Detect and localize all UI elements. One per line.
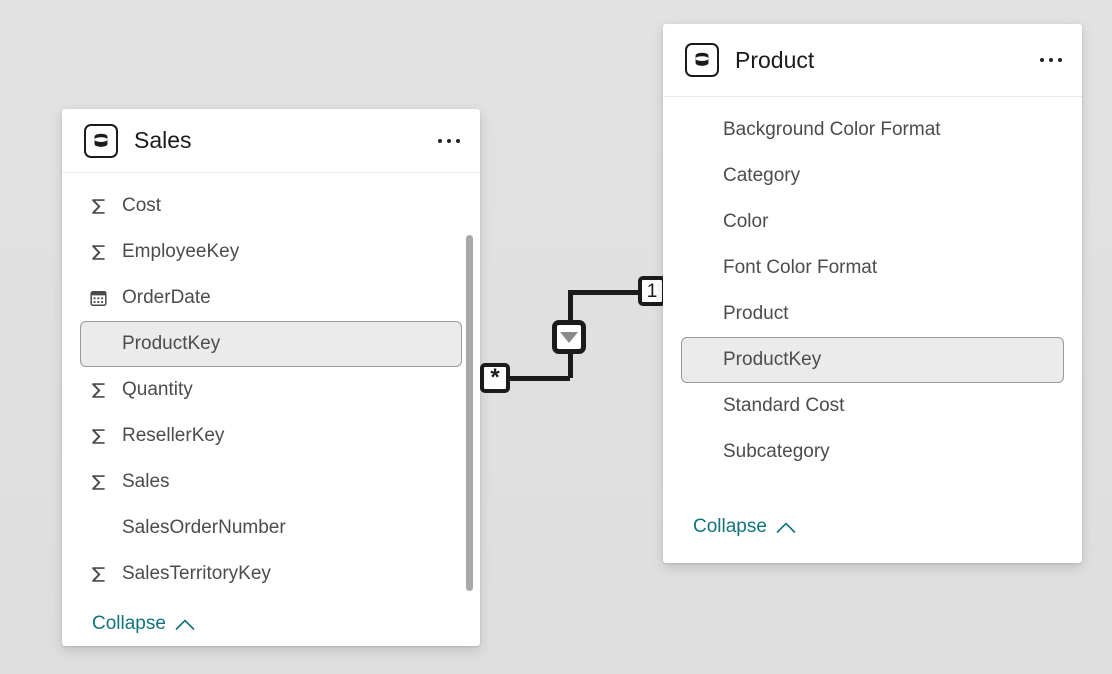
field-label: SalesTerritoryKey — [122, 563, 271, 584]
table-card-product[interactable]: Product Background Color Format Category… — [663, 24, 1082, 563]
more-options-icon-product[interactable] — [1036, 48, 1066, 72]
field-label: Sales — [122, 471, 170, 492]
field-row-cost[interactable]: Cost — [80, 183, 462, 229]
field-label: ProductKey — [723, 349, 822, 370]
collapse-button-sales[interactable]: Collapse — [62, 602, 480, 646]
dot — [1040, 58, 1044, 62]
field-label: Product — [723, 303, 789, 324]
field-label: Quantity — [122, 379, 193, 400]
field-row-product[interactable]: Product — [681, 291, 1064, 337]
field-label: Background Color Format — [723, 119, 941, 140]
field-row-employeekey[interactable]: EmployeeKey — [80, 229, 462, 275]
field-row-subcategory[interactable]: Subcategory — [681, 429, 1064, 475]
field-label: SalesOrderNumber — [122, 517, 286, 538]
field-row-color[interactable]: Color — [681, 199, 1064, 245]
sigma-icon — [89, 243, 113, 262]
table-card-sales[interactable]: Sales Cost EmployeeKey OrderDate Product… — [62, 109, 480, 646]
more-options-icon-sales[interactable] — [434, 129, 464, 153]
sigma-icon — [89, 565, 113, 584]
table-header-sales[interactable]: Sales — [62, 109, 480, 173]
field-row-salesordernumber[interactable]: SalesOrderNumber — [80, 505, 462, 551]
field-row-productkey[interactable]: ProductKey — [80, 321, 462, 367]
table-header-product[interactable]: Product — [663, 24, 1082, 97]
dot — [1049, 58, 1053, 62]
field-row-category[interactable]: Category — [681, 153, 1064, 199]
dot — [1058, 58, 1062, 62]
table-title-product: Product — [735, 46, 815, 73]
field-label: ProductKey — [122, 333, 221, 354]
field-row-font-color-format[interactable]: Font Color Format — [681, 245, 1064, 291]
sigma-icon — [89, 427, 113, 446]
field-label: EmployeeKey — [122, 241, 240, 262]
field-row-quantity[interactable]: Quantity — [80, 367, 462, 413]
field-row-background-color-format[interactable]: Background Color Format — [681, 107, 1064, 153]
vertical-scrollbar-sales[interactable] — [466, 235, 473, 591]
field-label: Category — [723, 165, 801, 186]
chevron-up-icon — [776, 521, 796, 533]
collapse-button-product[interactable]: Collapse — [663, 505, 1082, 563]
field-label: Subcategory — [723, 441, 830, 462]
field-label: Font Color Format — [723, 257, 878, 278]
database-icon — [685, 43, 719, 77]
collapse-label: Collapse — [92, 613, 166, 634]
field-label: Cost — [122, 195, 162, 216]
collapse-label: Collapse — [693, 516, 767, 537]
field-list-product[interactable]: Background Color Format Category Color F… — [663, 97, 1082, 505]
dot — [447, 138, 451, 143]
field-list-sales[interactable]: Cost EmployeeKey OrderDate ProductKey Qu… — [62, 173, 480, 602]
field-label: OrderDate — [122, 287, 211, 308]
sigma-icon — [89, 381, 113, 400]
field-row-standard-cost[interactable]: Standard Cost — [681, 383, 1064, 429]
chevron-up-icon — [175, 618, 195, 630]
field-row-productkey[interactable]: ProductKey — [681, 337, 1064, 383]
field-row-salesterritorykey[interactable]: SalesTerritoryKey — [80, 551, 462, 597]
field-label: Standard Cost — [723, 395, 845, 416]
table-title-sales: Sales — [134, 127, 192, 153]
database-icon — [84, 123, 118, 158]
dot — [456, 138, 460, 143]
sigma-icon — [89, 197, 113, 216]
dot — [438, 138, 442, 143]
calendar-icon — [89, 289, 113, 308]
field-label: Color — [723, 211, 769, 232]
field-row-sales[interactable]: Sales — [80, 459, 462, 505]
field-label: ResellerKey — [122, 425, 225, 446]
field-row-resellerkey[interactable]: ResellerKey — [80, 413, 462, 459]
sigma-icon — [89, 473, 113, 492]
field-row-orderdate[interactable]: OrderDate — [80, 275, 462, 321]
